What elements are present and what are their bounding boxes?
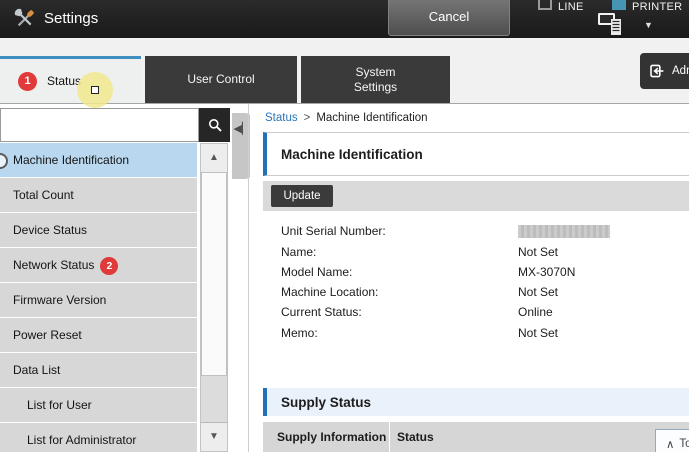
update-button[interactable]: Update — [271, 185, 333, 207]
field-value-model: MX-3070N — [518, 265, 575, 279]
field-value-serial-redacted — [518, 225, 610, 238]
supply-status-title: Supply Status — [281, 395, 371, 410]
sidebar-item-device-status[interactable]: Device Status — [0, 213, 197, 247]
field-label-name: Name: — [281, 245, 316, 259]
sidebar-item-firmware-version[interactable]: Firmware Version — [0, 283, 197, 317]
sidebar-scrollbar[interactable]: ▲ ▼ — [200, 143, 228, 452]
search-icon — [207, 117, 223, 133]
sidebar-item-machine-identification[interactable]: Machine Identification — [0, 143, 197, 177]
status-tab-badge: 1 — [18, 72, 37, 91]
sidebar-item-power-reset[interactable]: Power Reset — [0, 318, 197, 352]
line-label: LINE — [558, 1, 584, 13]
column-status: Status — [390, 422, 689, 452]
field-label-location: Machine Location: — [281, 285, 378, 299]
field-label-memo: Memo: — [281, 326, 318, 340]
sidebar-item-list-for-user[interactable]: List for User — [0, 388, 197, 422]
tab-system-settings-label: System Settings — [354, 65, 397, 95]
app-title: Settings — [44, 0, 98, 38]
cancel-button[interactable]: Cancel — [388, 0, 510, 36]
top-button-label: Top — [679, 438, 689, 450]
tab-user-control-label: User Control — [187, 72, 254, 87]
field-label-current-status: Current Status: — [281, 305, 362, 319]
sidebar-item-data-list[interactable]: Data List — [0, 353, 197, 387]
network-status-badge: 2 — [100, 257, 118, 275]
admin-login-button[interactable]: Admin Login — [640, 53, 689, 89]
click-marker-square — [91, 86, 99, 94]
admin-login-label: Admin Login — [672, 65, 689, 77]
sidebar-collapse-handle[interactable]: ◀▏ — [232, 113, 252, 179]
click-marker — [77, 72, 113, 108]
scrollbar-thumb[interactable] — [201, 172, 227, 376]
supply-status-header: Supply Status — [263, 388, 689, 416]
printer-label: PRINTER — [632, 1, 682, 13]
field-label-model: Model Name: — [281, 265, 352, 279]
field-label-serial: Unit Serial Number: — [281, 224, 386, 238]
section-header: Machine Identification — [263, 132, 689, 176]
breadcrumb: Status > Machine Identification — [265, 112, 428, 124]
field-value-current-status: Online — [518, 305, 553, 319]
scroll-up-icon[interactable]: ▲ — [201, 144, 227, 173]
line-checkbox[interactable] — [538, 0, 552, 10]
field-value-name: Not Set — [518, 245, 558, 259]
top-button-icon: ∧ — [666, 437, 674, 451]
sidebar-item-network-status[interactable]: Network Status2 — [0, 248, 197, 282]
tab-status[interactable]: 1 Status — [0, 56, 141, 103]
sidebar-item-total-count[interactable]: Total Count — [0, 178, 197, 212]
settings-app: Settings Cancel LINE PRINTER ▼ 1 S — [0, 0, 689, 452]
chevron-down-icon[interactable]: ▼ — [644, 20, 653, 30]
search-button[interactable] — [199, 108, 230, 142]
toolbar: Update — [263, 181, 689, 211]
printer-status-icon[interactable] — [594, 11, 634, 37]
tab-status-label: Status — [47, 74, 81, 88]
search-input[interactable] — [0, 108, 199, 142]
sidebar-item-list-for-administrator[interactable]: List for Administrator — [0, 423, 197, 452]
top-bar: Settings Cancel LINE PRINTER ▼ — [0, 0, 689, 38]
tab-user-control[interactable]: User Control — [145, 56, 297, 103]
field-value-location: Not Set — [518, 285, 558, 299]
column-supply-information: Supply Information — [263, 422, 390, 452]
back-to-top-button[interactable]: ∧ Top — [655, 429, 689, 452]
sidebar: ◀▏ Machine Identification Total Count De… — [0, 104, 248, 452]
selected-bullet-icon — [0, 153, 8, 169]
printer-checkbox[interactable] — [612, 0, 626, 10]
breadcrumb-current: Machine Identification — [316, 112, 427, 124]
sidebar-nav: Machine Identification Total Count Devic… — [0, 143, 197, 452]
tab-system-settings[interactable]: System Settings — [301, 56, 450, 103]
field-value-memo: Not Set — [518, 326, 558, 340]
login-icon — [649, 63, 665, 79]
sidebar-divider — [248, 104, 249, 452]
page-title: Machine Identification — [281, 147, 423, 162]
main-panel: Status > Machine Identification Machine Id… — [250, 104, 689, 452]
breadcrumb-separator: > — [304, 112, 311, 124]
breadcrumb-status-link[interactable]: Status — [265, 112, 298, 124]
scroll-down-icon[interactable]: ▼ — [201, 422, 227, 451]
supply-table-header: Supply Information Status — [263, 422, 689, 452]
tools-icon — [13, 7, 37, 31]
